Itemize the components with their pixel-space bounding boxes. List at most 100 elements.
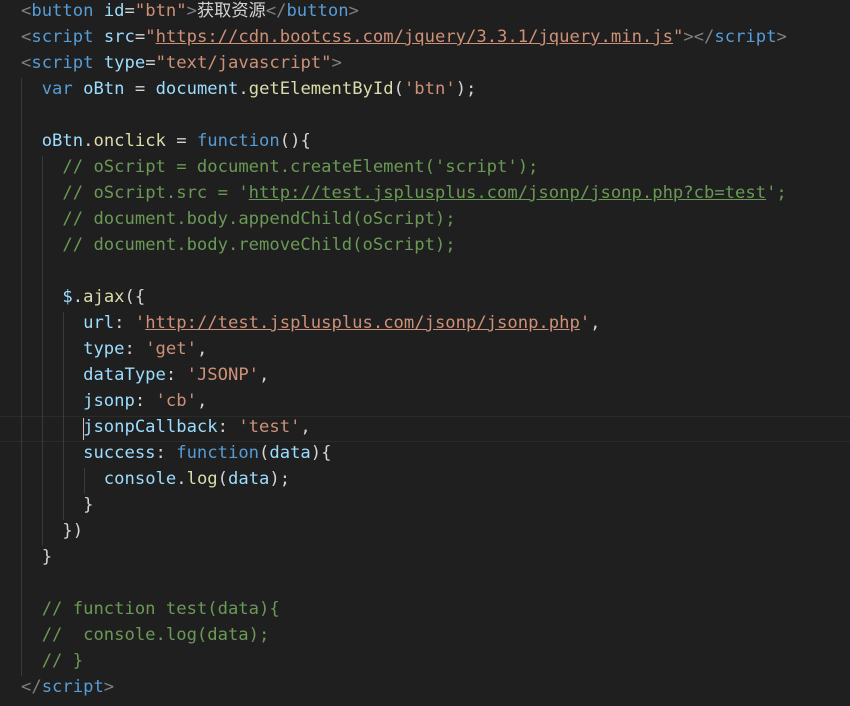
code-token: " bbox=[145, 27, 156, 47]
code-token: http://test.jsplusplus.com/jsonp/jsonp.p… bbox=[145, 313, 580, 333]
code-token: button bbox=[286, 1, 349, 21]
code-token: : bbox=[217, 417, 239, 437]
code-line[interactable]: } bbox=[0, 544, 850, 570]
code-line[interactable]: jsonp: 'cb', bbox=[0, 388, 850, 414]
code-token: // } bbox=[41, 651, 84, 671]
code-line[interactable]: // document.body.appendChild(oScript); bbox=[0, 206, 850, 232]
code-token: , bbox=[196, 339, 208, 359]
code-token: : bbox=[165, 365, 187, 385]
code-token: > bbox=[331, 53, 342, 73]
code-token: } bbox=[41, 547, 53, 567]
code-token: script bbox=[31, 53, 94, 73]
code-token: type bbox=[103, 53, 146, 73]
code-token: console bbox=[103, 469, 177, 489]
code-line[interactable]: // } bbox=[0, 648, 850, 674]
code-token: type bbox=[83, 339, 125, 359]
code-token: // oScript.src = ' bbox=[62, 183, 249, 203]
code-token: : bbox=[114, 313, 135, 333]
code-line[interactable]: <button id="btn">获取资源</button> bbox=[0, 0, 850, 24]
code-line[interactable]: } bbox=[0, 492, 850, 518]
code-token: jsonpCallback bbox=[83, 417, 218, 437]
code-token: = bbox=[124, 1, 135, 21]
code-token: // document.body.appendChild(oScript); bbox=[62, 209, 456, 229]
code-line[interactable]: // oScript.src = 'http://test.jsplusplus… bbox=[0, 180, 850, 206]
code-token: script bbox=[31, 27, 94, 47]
code-token: . bbox=[72, 287, 84, 307]
code-editor[interactable]: <button id="btn">获取资源</button> <script sr… bbox=[0, 0, 850, 706]
code-line[interactable]: // oScript = document.createElement('scr… bbox=[0, 154, 850, 180]
code-line[interactable] bbox=[0, 258, 850, 284]
code-token: ( bbox=[259, 443, 270, 463]
code-token: dataType bbox=[83, 365, 166, 385]
code-token: ( bbox=[393, 79, 404, 99]
code-token: 'cb' bbox=[155, 391, 197, 411]
code-token: < bbox=[21, 27, 32, 47]
code-token: </ bbox=[265, 1, 287, 21]
code-token: < bbox=[21, 1, 32, 21]
code-token: // oScript = document.createElement('scr… bbox=[62, 157, 539, 177]
code-token: function bbox=[196, 131, 280, 151]
code-token: = bbox=[165, 131, 197, 151]
code-line[interactable] bbox=[0, 102, 850, 128]
code-token: (){ bbox=[279, 131, 311, 151]
code-token: '; bbox=[766, 183, 787, 203]
code-token: "btn" bbox=[134, 1, 187, 21]
code-token: $ bbox=[62, 287, 73, 307]
code-line[interactable]: success: function(data){ bbox=[0, 440, 850, 466]
code-line[interactable]: oBtn.onclick = function(){ bbox=[0, 128, 850, 154]
code-line[interactable]: url: 'http://test.jsplusplus.com/jsonp/j… bbox=[0, 310, 850, 336]
code-token: getElementById bbox=[248, 79, 394, 99]
code-line[interactable]: <script src="https://cdn.bootcss.com/jqu… bbox=[0, 24, 850, 50]
code-token: 'test' bbox=[238, 417, 301, 437]
code-line[interactable]: type: 'get', bbox=[0, 336, 850, 362]
code-token: } bbox=[83, 495, 94, 515]
code-token: src bbox=[103, 27, 135, 47]
code-token: " bbox=[672, 27, 684, 47]
code-token: = bbox=[134, 27, 146, 47]
code-line[interactable]: dataType: 'JSONP', bbox=[0, 362, 850, 388]
code-line[interactable] bbox=[0, 570, 850, 596]
code-token: = bbox=[124, 79, 156, 99]
code-line[interactable]: </script> bbox=[0, 674, 850, 700]
code-token: 'JSONP' bbox=[186, 365, 260, 385]
code-line[interactable]: $.ajax({ bbox=[0, 284, 850, 310]
code-token: ' bbox=[134, 313, 146, 333]
code-token: ({ bbox=[124, 287, 146, 307]
code-token: oBtn bbox=[41, 131, 84, 151]
code-token: log bbox=[186, 469, 218, 489]
code-token: ); bbox=[269, 469, 291, 489]
code-token: > bbox=[776, 27, 787, 47]
code-line[interactable]: // function test(data){ bbox=[0, 596, 850, 622]
code-token: ){ bbox=[310, 443, 332, 463]
code-line[interactable]: }) bbox=[0, 518, 850, 544]
code-token: , bbox=[259, 365, 270, 385]
code-token: 'get' bbox=[145, 339, 197, 359]
code-token: : bbox=[124, 339, 146, 359]
code-line[interactable]: var oBtn = document.getElementById('btn'… bbox=[0, 76, 850, 102]
code-token: "text/javascript" bbox=[155, 53, 332, 73]
code-line[interactable]: console.log(data); bbox=[0, 466, 850, 492]
code-token: = bbox=[145, 53, 156, 73]
code-token: // document.body.removeChild(oScript); bbox=[62, 235, 456, 255]
code-line[interactable]: <script type="text/javascript"> bbox=[0, 50, 850, 76]
code-token: > bbox=[186, 1, 197, 21]
code-token: button bbox=[31, 1, 94, 21]
code-token: > bbox=[103, 677, 115, 697]
code-line[interactable]: // document.body.removeChild(oScript); bbox=[0, 232, 850, 258]
code-line[interactable]: jsonpCallback: 'test', bbox=[0, 414, 850, 440]
code-token: , bbox=[590, 313, 601, 333]
code-line[interactable]: // console.log(data); bbox=[0, 622, 850, 648]
